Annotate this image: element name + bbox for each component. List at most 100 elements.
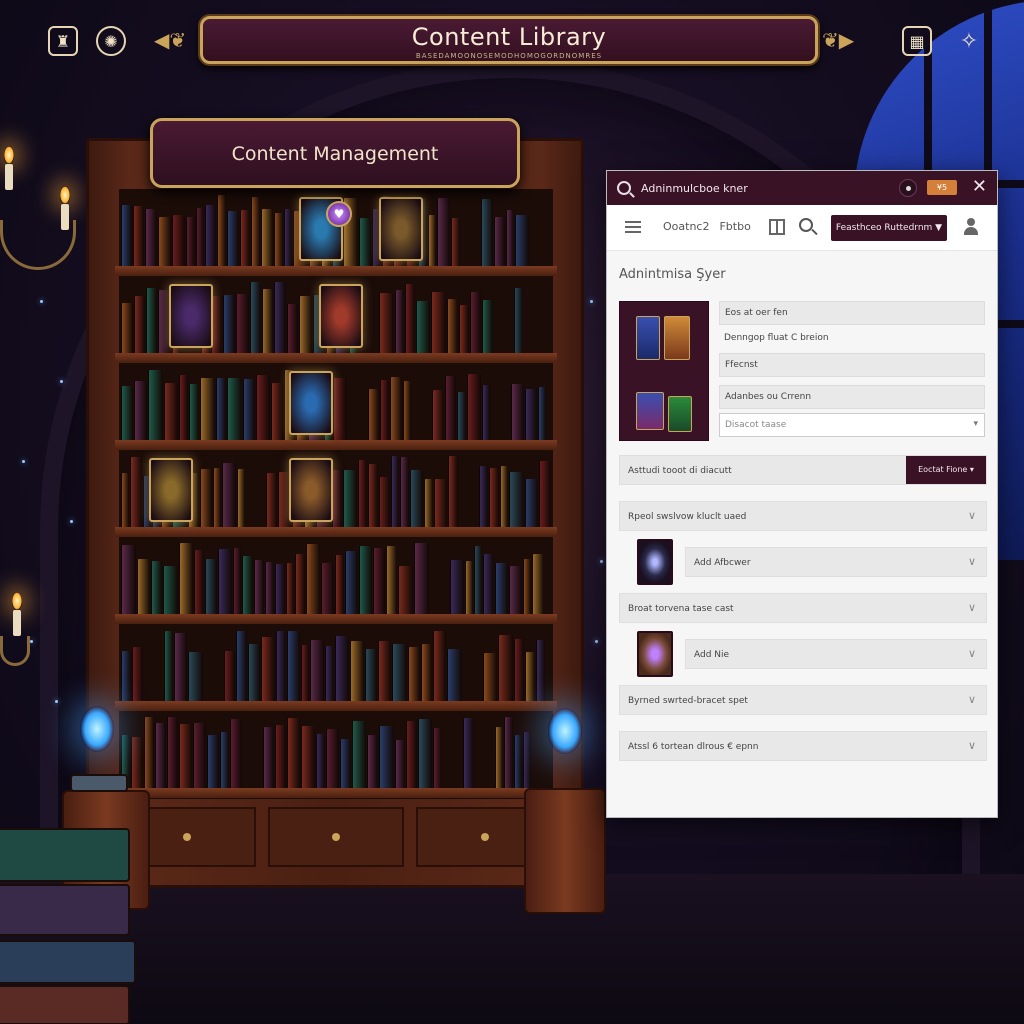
book-spine	[539, 461, 551, 527]
book-spine	[189, 384, 199, 440]
book-spine	[222, 463, 236, 527]
shelf-plank	[115, 266, 557, 276]
book-spine	[223, 295, 235, 353]
drawer[interactable]	[267, 807, 405, 867]
list-item[interactable]: Rpeol swslvow kluclt uaed ∨	[619, 501, 987, 531]
list-item[interactable]: Asttudi tooot di diacutt Eoctat Fione ▾	[619, 455, 987, 485]
book-spine	[408, 647, 420, 701]
bell-icon[interactable]: ♜	[48, 26, 78, 56]
title-banner: Content Library BASEDAMOONOSEMODHOMOGORD…	[200, 16, 818, 64]
cover-preview[interactable]	[619, 301, 709, 441]
book-spine	[428, 215, 436, 266]
gear-icon[interactable]: ✺	[96, 26, 126, 56]
book-spine	[134, 296, 145, 353]
floor	[0, 874, 1024, 1024]
chevron-down-icon[interactable]: ∨	[968, 509, 976, 522]
book-spine	[287, 304, 298, 353]
book-spine	[350, 641, 364, 701]
book-spine	[240, 210, 250, 266]
chevron-down-icon[interactable]: ∨	[968, 693, 976, 706]
book-spine	[224, 651, 235, 701]
book-spine	[217, 195, 226, 266]
close-icon[interactable]: ✕	[972, 177, 987, 197]
book-spine	[495, 563, 508, 614]
calculator-icon[interactable]: ▦	[902, 26, 932, 56]
content-management-sign[interactable]: Content Management ♥	[150, 118, 520, 227]
featured-tome[interactable]	[169, 284, 213, 348]
list-item[interactable]: Atssl 6 tortean dlrous € epnn ∨	[619, 731, 987, 761]
book-spine	[248, 644, 260, 701]
book-spine	[251, 197, 260, 266]
book-spine	[233, 548, 241, 614]
chevron-down-icon[interactable]: ∨	[968, 555, 976, 568]
format-field[interactable]: Ffecnst	[719, 353, 985, 377]
user-icon[interactable]	[963, 218, 979, 236]
book-spine	[506, 210, 514, 266]
book-spine	[416, 301, 430, 353]
book-spine	[379, 726, 394, 788]
list-item[interactable]: Broat torvena tase cast ∨	[619, 593, 987, 623]
record-dot-icon[interactable]	[899, 179, 917, 197]
featured-tome[interactable]	[289, 371, 333, 435]
book-spine	[134, 381, 147, 440]
book-spine	[243, 379, 255, 440]
chevron-down-icon[interactable]: ∨	[968, 739, 976, 752]
book-spine	[431, 292, 446, 353]
book-spine	[151, 561, 162, 614]
page-subtitle: BASEDAMOONOSEMODHOMOGORDNOMRES	[415, 52, 603, 60]
hamburger-menu-icon[interactable]	[625, 221, 641, 233]
book-spine	[333, 378, 347, 440]
book-spine	[148, 370, 163, 440]
book-spine	[532, 554, 544, 614]
featured-tome[interactable]	[319, 284, 363, 348]
book-spine	[213, 468, 221, 527]
right-pedestal	[524, 788, 606, 914]
book-spine	[275, 725, 286, 788]
chevron-down-icon[interactable]: ∨	[968, 601, 976, 614]
book-spine	[121, 386, 133, 440]
pedestal-book	[70, 774, 128, 792]
magic-sparkle-icon[interactable]: ✧	[954, 26, 984, 56]
search-icon[interactable]	[617, 181, 631, 195]
featured-tome[interactable]	[379, 197, 423, 261]
title-field[interactable]: Eos at oer fen	[719, 301, 985, 325]
featured-tome[interactable]	[289, 458, 333, 522]
book-spine	[295, 554, 305, 614]
list-item[interactable]: Byrned swrted-bracet spet ∨	[619, 685, 987, 715]
page-title: Content Library	[411, 23, 607, 51]
chevron-down-icon[interactable]: ∨	[968, 647, 976, 660]
category-select[interactable]: Disacot taase	[719, 413, 985, 437]
book-spine	[256, 375, 270, 440]
featured-dropdown-button[interactable]: Feasthceo Ruttedrnm ▼	[831, 215, 947, 241]
list-item-label: Byrned swrted-bracet spet	[628, 696, 748, 706]
book-spine	[188, 652, 203, 701]
section-title: Adnintmisa Şyer	[619, 267, 726, 282]
search-icon[interactable]	[799, 218, 813, 232]
nav-item[interactable]: Ooatnc2	[663, 220, 709, 233]
book-spine	[299, 296, 312, 353]
book-spine	[424, 479, 433, 527]
book-spine	[495, 727, 503, 788]
thumbnail	[637, 539, 673, 585]
book-spine	[500, 466, 508, 527]
export-button[interactable]: Eoctat Fione ▾	[906, 456, 986, 484]
list-item[interactable]: Add Afbcwer ∨	[685, 547, 987, 577]
book-spine	[155, 723, 166, 788]
featured-tome[interactable]	[149, 458, 193, 522]
layout-grid-icon[interactable]	[769, 219, 785, 235]
book-spine	[515, 215, 529, 266]
book-spine	[403, 381, 411, 440]
book-spine	[433, 631, 446, 701]
book-spine	[301, 645, 309, 701]
book-spine	[391, 456, 399, 527]
author-field[interactable]: Adanbes ou Crrenn	[719, 385, 985, 409]
book-spine	[196, 208, 204, 266]
book-spine	[421, 644, 432, 701]
book-spine	[172, 215, 185, 266]
list-item[interactable]: Add Nie ∨	[685, 639, 987, 669]
nav-item[interactable]: Fbtbo	[719, 220, 750, 233]
book-spine	[414, 543, 429, 614]
book-spine	[489, 468, 499, 527]
currency-badge[interactable]: ¥5	[927, 180, 957, 195]
book-spine	[395, 290, 404, 353]
